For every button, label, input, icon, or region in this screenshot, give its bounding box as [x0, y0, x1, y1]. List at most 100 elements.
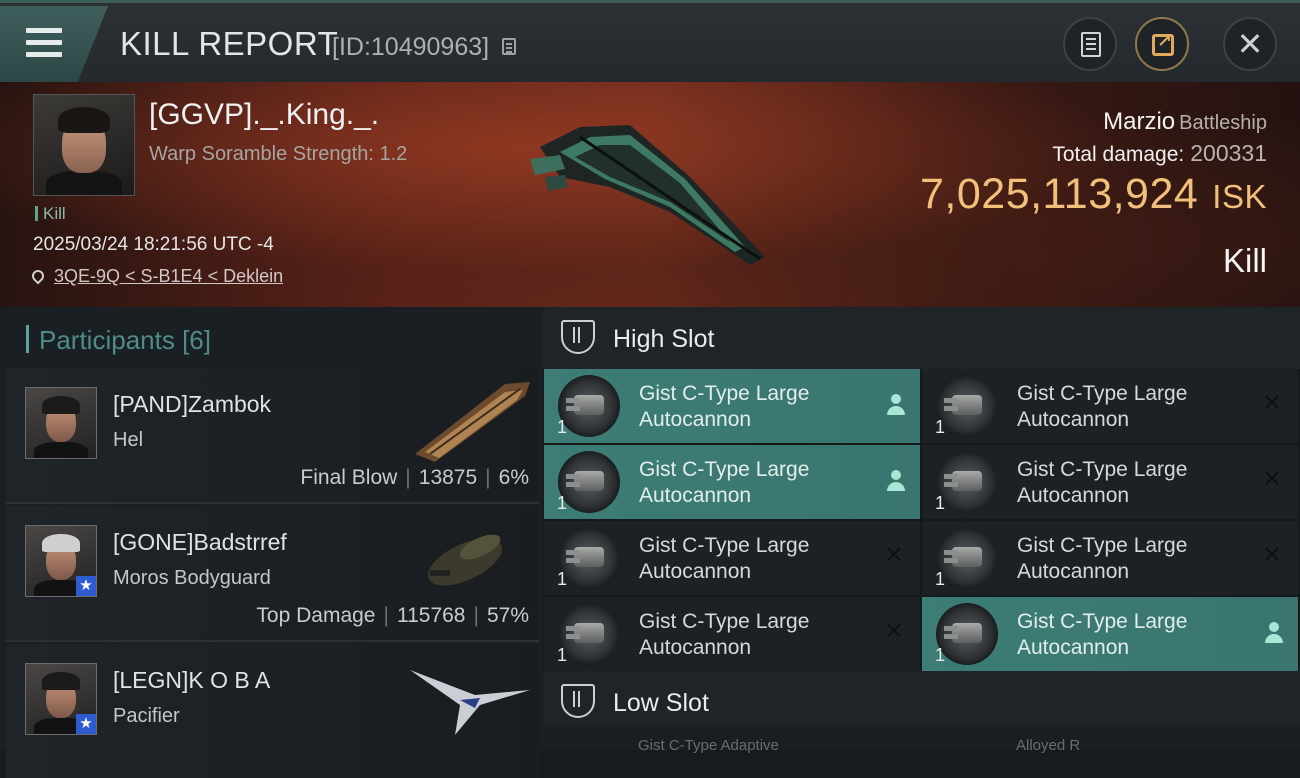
autocannon-icon: [936, 603, 998, 665]
module-name: Gist C-Type Large Autocannon: [639, 610, 810, 659]
module-name: Gist C-Type Large Autocannon: [639, 382, 810, 431]
victim-ship: Marzio Battleship: [1103, 108, 1267, 136]
module-quantity: 1: [557, 569, 568, 589]
participant-name: [GONE]Badstrref: [113, 529, 287, 555]
participants-header: Participants [6]: [26, 325, 211, 356]
participant-row[interactable]: ★ [GONE]Badstrref Moros Bodyguard Top Da…: [6, 506, 539, 642]
participant-role: Top Damage: [256, 604, 376, 627]
participant-ship-image: [415, 382, 530, 462]
dropped-person-icon: [1264, 622, 1284, 644]
high-slot-header: High Slot: [543, 307, 1300, 369]
module-slot[interactable]: 1 Gist C-Type Large Autocannon ✕: [922, 369, 1298, 443]
module-slot[interactable]: 1 Gist C-Type Large Autocannon ✕: [544, 597, 920, 671]
hamburger-menu-icon: [26, 28, 62, 64]
share-icon: [1152, 31, 1174, 56]
autocannon-icon: [936, 451, 998, 513]
destroyed-x-icon: ✕: [883, 542, 904, 569]
victim-portrait[interactable]: [33, 94, 135, 196]
participant-damage: 115768: [396, 604, 466, 627]
total-damage-value: 200331: [1190, 140, 1267, 166]
report-button[interactable]: [1063, 17, 1117, 71]
destroyed-x-icon: ✕: [1261, 542, 1282, 569]
autocannon-icon: [558, 527, 620, 589]
close-icon: ✕: [1236, 26, 1264, 62]
document-icon: [1081, 32, 1101, 57]
high-slot-icon: [561, 320, 595, 354]
kill-location[interactable]: 3QE-9Q < S-B1E4 < Deklein: [29, 266, 283, 287]
module-quantity: 1: [935, 569, 946, 589]
share-button[interactable]: [1135, 17, 1189, 71]
module-slot[interactable]: 1 Gist C-Type Large Autocannon: [922, 597, 1298, 671]
destroyed-x-icon: ✕: [1261, 390, 1282, 417]
module-slot[interactable]: 1 Gist C-Type Large Autocannon: [544, 369, 920, 443]
module-quantity: 1: [935, 645, 946, 665]
participant-ship: Pacifier: [113, 705, 180, 727]
isk-amount: 7,025,113,924: [920, 170, 1199, 218]
dropped-person-icon: [886, 470, 906, 492]
menu-button[interactable]: [0, 6, 108, 82]
destroyed-x-icon: ✕: [883, 618, 904, 645]
close-button[interactable]: ✕: [1223, 17, 1277, 71]
module-name: Gist C-Type Large Autocannon: [1017, 534, 1188, 583]
participant-stats: Top Damage | 115768 | 57%: [256, 604, 529, 627]
title-bar: KILL REPORT [ID:10490963] ✕: [0, 0, 1300, 82]
participant-row[interactable]: ★ [LEGN]K O B A Pacifier: [6, 644, 539, 778]
module-slot[interactable]: 1 Gist C-Type Large Autocannon: [544, 445, 920, 519]
module-quantity: 1: [935, 493, 946, 513]
result-label: Kill: [1222, 242, 1267, 279]
low-slot-title: Low Slot: [613, 689, 709, 717]
total-damage-label: Total damage:: [1052, 143, 1185, 166]
page-title: KILL REPORT: [120, 25, 339, 62]
autocannon-icon: [558, 451, 620, 513]
autocannon-icon: [558, 603, 620, 665]
fittings-panel: High Slot 1 Gist C-Type Large Autocannon …: [543, 307, 1300, 754]
participant-avatar[interactable]: ★: [25, 525, 97, 597]
victim-banner: [GGVP]._.King._. Warp Soramble Strength:…: [0, 82, 1300, 307]
autocannon-icon: [558, 375, 620, 437]
module-quantity: 1: [935, 417, 946, 437]
dropped-person-icon: [886, 394, 906, 416]
participants-panel: Participants [6] [PAND]Zambok Hel Final …: [0, 307, 543, 778]
participant-name: [PAND]Zambok: [113, 391, 272, 417]
participant-stats: Final Blow | 13875 | 6%: [300, 466, 529, 489]
high-slot-title: High Slot: [613, 325, 715, 353]
participant-role: Final Blow: [300, 466, 398, 489]
victim-ship-class: Battleship: [1179, 112, 1267, 134]
copy-icon[interactable]: [502, 38, 516, 55]
module-slot[interactable]: 1 Gist C-Type Large Autocannon ✕: [544, 521, 920, 595]
participant-ship: Hel: [113, 429, 144, 451]
star-icon: ★: [76, 576, 96, 596]
low-module-name: Alloyed R: [1016, 737, 1081, 754]
module-slot[interactable]: 1 Gist C-Type Large Autocannon ✕: [922, 445, 1298, 519]
participant-damage: 13875: [418, 466, 478, 489]
location-pin-icon: [29, 267, 47, 285]
isk-unit: ISK: [1212, 178, 1267, 215]
low-module-name: Gist C-Type Adaptive: [638, 737, 779, 754]
participant-name: [LEGN]K O B A: [113, 667, 271, 693]
participant-row[interactable]: [PAND]Zambok Hel Final Blow | 13875 | 6%: [6, 368, 539, 504]
kill-tag: Kill: [35, 204, 66, 224]
victim-name[interactable]: [GGVP]._.King._.: [149, 98, 379, 132]
star-icon: ★: [76, 714, 96, 734]
participant-percent: 6%: [498, 466, 529, 489]
module-name: Gist C-Type Large Autocannon: [639, 534, 810, 583]
low-slot-preview: Gist C-Type Adaptive Alloyed R: [543, 727, 1300, 754]
location-link[interactable]: 3QE-9Q < S-B1E4 < Deklein: [54, 266, 283, 286]
participant-avatar[interactable]: ★: [25, 663, 97, 735]
participant-avatar[interactable]: [25, 387, 97, 459]
autocannon-icon: [936, 375, 998, 437]
module-name: Gist C-Type Large Autocannon: [1017, 458, 1188, 507]
low-slot-icon: [561, 684, 595, 718]
victim-ship-name[interactable]: Marzio: [1103, 108, 1175, 135]
module-quantity: 1: [557, 417, 568, 437]
module-quantity: 1: [557, 493, 568, 513]
destroyed-x-icon: ✕: [1261, 466, 1282, 493]
low-slot-header: Low Slot: [543, 671, 1300, 727]
module-slot[interactable]: 1 Gist C-Type Large Autocannon ✕: [922, 521, 1298, 595]
module-name: Gist C-Type Large Autocannon: [1017, 382, 1188, 431]
kill-datetime: 2025/03/24 18:21:56 UTC -4: [33, 234, 274, 255]
module-quantity: 1: [557, 645, 568, 665]
warp-scramble-strength: Warp Soramble Strength: 1.2: [149, 143, 408, 165]
participant-ship-image: [410, 670, 530, 735]
participant-ship-image: [427, 534, 503, 586]
